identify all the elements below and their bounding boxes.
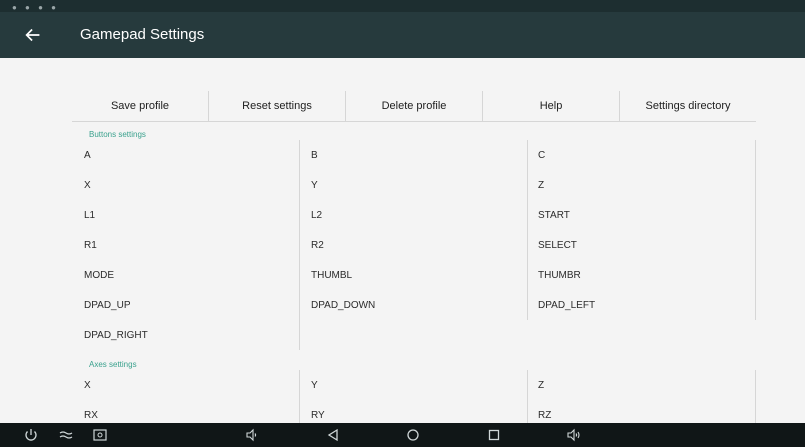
button-dpad-down[interactable]: DPAD_DOWN (300, 290, 528, 320)
axes-grid: X Y Z RX RY RZ (72, 370, 756, 423)
axis-rx[interactable]: RX (72, 400, 300, 423)
delete-profile-button[interactable]: Delete profile (346, 91, 483, 121)
axis-rz[interactable]: RZ (528, 400, 756, 423)
axis-z[interactable]: Z (528, 370, 756, 400)
button-start[interactable]: START (528, 200, 756, 230)
button-thumbl[interactable]: THUMBL (300, 260, 528, 290)
reset-settings-button[interactable]: Reset settings (209, 91, 346, 121)
app-bar: Gamepad Settings (0, 12, 805, 58)
button-b[interactable]: B (300, 140, 528, 170)
button-c[interactable]: C (528, 140, 756, 170)
button-row: R1 R2 SELECT (72, 230, 756, 260)
button-l1[interactable]: L1 (72, 200, 300, 230)
button-a[interactable]: A (72, 140, 300, 170)
page-title: Gamepad Settings (80, 26, 205, 43)
settings-content[interactable]: Save profile Reset settings Delete profi… (0, 58, 805, 423)
button-row: DPAD_UP DPAD_DOWN DPAD_LEFT (72, 290, 756, 320)
volume-down-icon[interactable] (244, 427, 260, 443)
axis-row: RX RY RZ (72, 400, 756, 423)
recents-square-icon[interactable] (486, 427, 502, 443)
button-y[interactable]: Y (300, 170, 528, 200)
status-bar: ● ● ● ● (0, 0, 805, 12)
back-triangle-icon[interactable] (325, 427, 341, 443)
buttons-section-label: Buttons settings (89, 130, 146, 139)
axis-y[interactable]: Y (300, 370, 528, 400)
button-l2[interactable]: L2 (300, 200, 528, 230)
button-mode[interactable]: MODE (72, 260, 300, 290)
arrow-left-icon[interactable] (22, 24, 44, 46)
axis-row: X Y Z (72, 370, 756, 400)
button-r2[interactable]: R2 (300, 230, 528, 260)
button-dpad-left[interactable]: DPAD_LEFT (528, 290, 756, 320)
button-z[interactable]: Z (528, 170, 756, 200)
button-thumbr[interactable]: THUMBR (528, 260, 756, 290)
button-dpad-right[interactable]: DPAD_RIGHT (72, 320, 300, 350)
empty-cell (300, 320, 528, 350)
buttons-grid: A B C X Y Z L1 L2 START R1 R2 SELECT MOD… (72, 140, 756, 350)
profile-toolbar: Save profile Reset settings Delete profi… (72, 91, 756, 121)
menu-icon[interactable] (58, 427, 74, 443)
empty-cell (528, 320, 756, 350)
home-circle-icon[interactable] (405, 427, 421, 443)
volume-up-icon[interactable] (566, 427, 582, 443)
button-select[interactable]: SELECT (528, 230, 756, 260)
button-r1[interactable]: R1 (72, 230, 300, 260)
axes-section-label: Axes settings (89, 360, 137, 369)
help-button[interactable]: Help (483, 91, 620, 121)
button-row: L1 L2 START (72, 200, 756, 230)
button-row: A B C (72, 140, 756, 170)
axis-ry[interactable]: RY (300, 400, 528, 423)
axis-x[interactable]: X (72, 370, 300, 400)
toolbar-divider (72, 121, 756, 122)
button-x[interactable]: X (72, 170, 300, 200)
button-row: DPAD_RIGHT (72, 320, 756, 350)
screenshot-icon[interactable] (92, 427, 108, 443)
settings-directory-button[interactable]: Settings directory (620, 91, 756, 121)
status-icons: ● ● ● ● (12, 3, 59, 12)
button-row: X Y Z (72, 170, 756, 200)
button-row: MODE THUMBL THUMBR (72, 260, 756, 290)
button-dpad-up[interactable]: DPAD_UP (72, 290, 300, 320)
save-profile-button[interactable]: Save profile (72, 91, 209, 121)
system-nav-bar (0, 423, 805, 447)
power-icon[interactable] (23, 427, 39, 443)
